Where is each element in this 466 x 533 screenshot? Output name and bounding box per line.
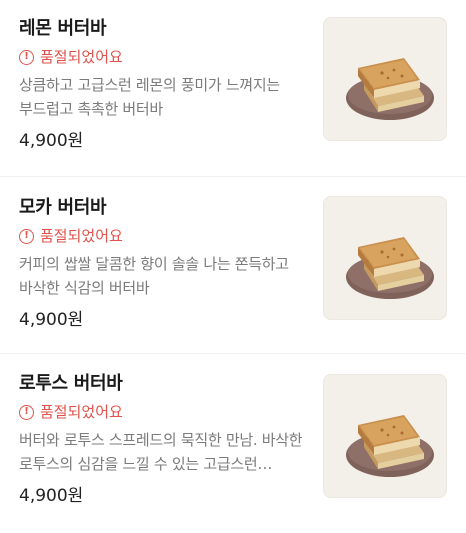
soldout-status: ! 품절되었어요 <box>19 226 309 246</box>
menu-item-mocha-butter-bar[interactable]: 모카 버터바 ! 품절되었어요 커피의 쌉쌀 달콤한 향이 솔솔 나는 쫀득하고… <box>0 177 466 354</box>
alert-circle-icon: ! <box>19 404 34 420</box>
menu-item-info: 모카 버터바 ! 품절되었어요 커피의 쌉쌀 달콤한 향이 솔솔 나는 쫀득하고… <box>19 196 309 331</box>
butter-bar-photo-icon <box>346 415 434 477</box>
soldout-label: 품절되었어요 <box>40 403 123 421</box>
menu-item-name: 레몬 버터바 <box>19 18 107 39</box>
menu-item-description: 커피의 쌉쌀 달콤한 향이 솔솔 나는 쫀득하고 바삭한 식감의 버터바 <box>19 255 289 297</box>
menu-item-description: 상큼하고 고급스런 레몬의 풍미가 느껴지는 부드럽고 촉촉한 버터바 <box>19 76 280 118</box>
menu-item-description: 버터와 로투스 스프레드의 묵직한 만남. 바삭한 로투스의 심감을 느낄 수 … <box>19 431 303 473</box>
menu-item-info: 레몬 버터바 ! 품절되었어요 상큼하고 고급스런 레몬의 풍미가 느껴지는 부… <box>19 17 309 152</box>
soldout-status: ! 품절되었어요 <box>19 402 309 422</box>
menu-item-price: 4,900원 <box>19 310 84 330</box>
soldout-status: ! 품절되었어요 <box>19 47 309 67</box>
menu-item-info: 로투스 버터바 ! 품절되었어요 버터와 로투스 스프레드의 묵직한 만남. 바… <box>19 372 309 507</box>
soldout-label: 품절되었어요 <box>40 48 123 66</box>
menu-item-thumbnail[interactable] <box>323 196 447 320</box>
menu-item-name: 모카 버터바 <box>19 197 107 218</box>
menu-item-lotus-butter-bar[interactable]: 로투스 버터바 ! 품절되었어요 버터와 로투스 스프레드의 묵직한 만남. 바… <box>0 354 466 531</box>
butter-bar-photo-icon <box>346 58 434 120</box>
menu-item-thumbnail[interactable] <box>323 17 447 141</box>
soldout-label: 품절되었어요 <box>40 227 123 245</box>
menu-item-price: 4,900원 <box>19 131 84 151</box>
butter-bar-photo-icon <box>346 237 434 299</box>
menu-item-price: 4,900원 <box>19 486 84 506</box>
menu-item-lemon-butter-bar[interactable]: 레몬 버터바 ! 품절되었어요 상큼하고 고급스런 레몬의 풍미가 느껴지는 부… <box>0 0 466 177</box>
menu-item-name: 로투스 버터바 <box>19 373 123 394</box>
menu-item-thumbnail[interactable] <box>323 374 447 498</box>
alert-circle-icon: ! <box>19 228 34 244</box>
menu-list: 레몬 버터바 ! 품절되었어요 상큼하고 고급스런 레몬의 풍미가 느껴지는 부… <box>0 0 466 531</box>
alert-circle-icon: ! <box>19 49 34 65</box>
